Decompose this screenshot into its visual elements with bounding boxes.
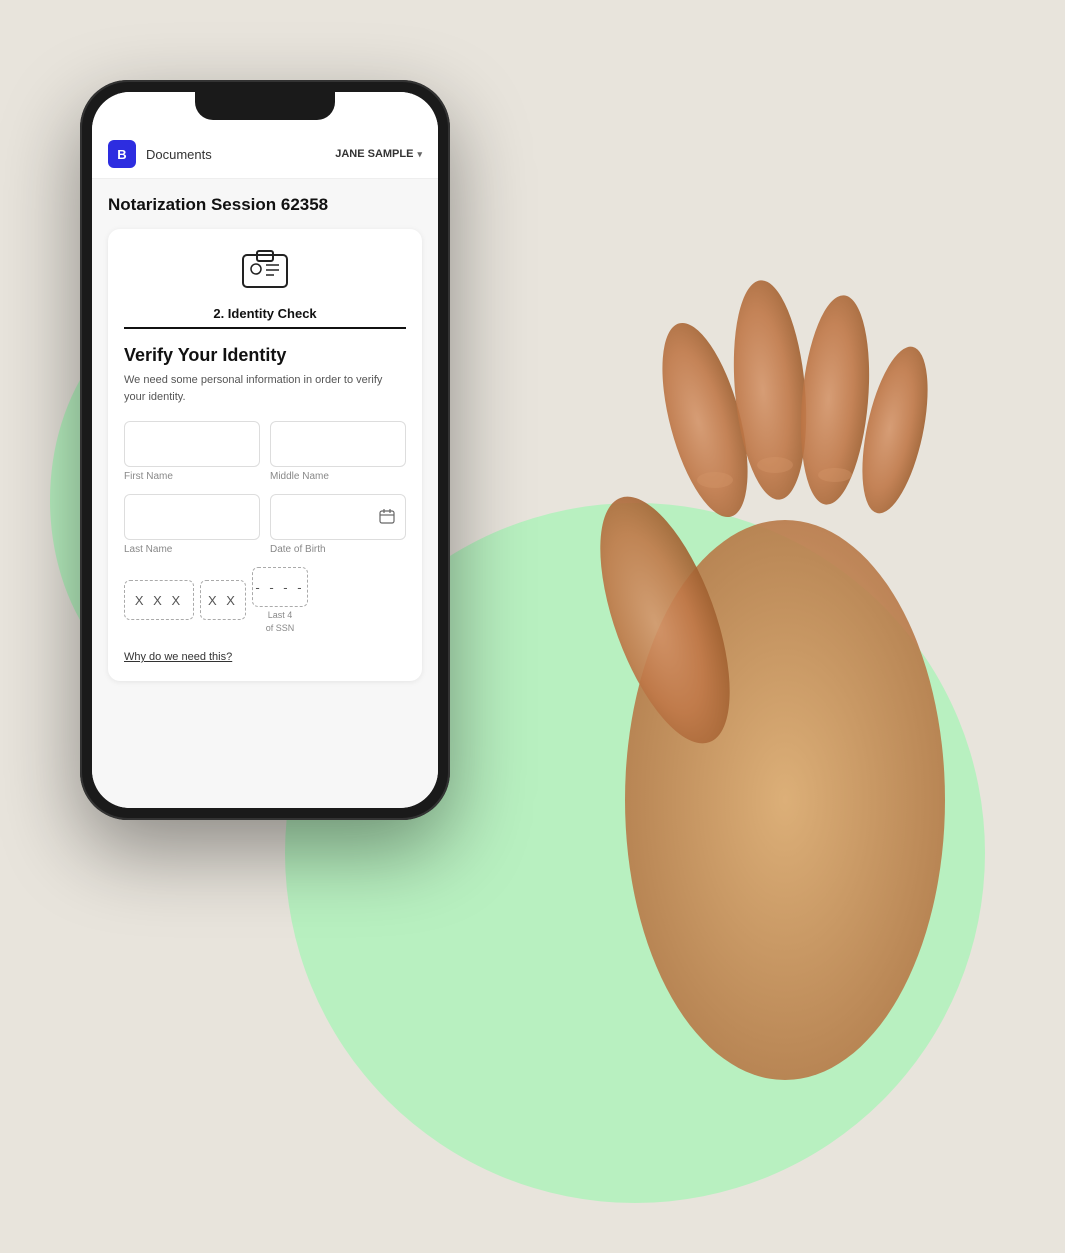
nav-user-menu[interactable]: JANE SAMPLE ▾: [335, 148, 422, 160]
dob-field: Date of Birth: [270, 494, 406, 555]
ssn-segment-3[interactable]: - - - -: [252, 567, 308, 607]
step-underline: [124, 327, 406, 329]
nav-documents-link[interactable]: Documents: [146, 147, 212, 162]
identity-badge-icon: [239, 247, 291, 296]
last-name-field: Last Name: [124, 494, 260, 555]
page-title: Notarization Session 62358: [108, 195, 422, 215]
form-row-dob: Last Name: [124, 494, 406, 555]
step-label: 2. Identity Check: [213, 306, 316, 321]
ssn-segment-2[interactable]: X X: [200, 580, 246, 620]
dob-input[interactable]: [270, 494, 406, 540]
scene: B Documents JANE SAMPLE ▾ Notarization S…: [0, 0, 1065, 1253]
verify-desc: We need some personal information in ord…: [124, 372, 406, 405]
phone-frame: B Documents JANE SAMPLE ▾ Notarization S…: [80, 80, 450, 820]
nav-username: JANE SAMPLE: [335, 148, 413, 160]
ssn-of-label: of SSN: [266, 623, 295, 633]
step-header: 2. Identity Check: [124, 247, 406, 329]
first-name-field: First Name: [124, 421, 260, 482]
first-name-label: First Name: [124, 471, 260, 482]
last-name-label: Last Name: [124, 544, 260, 555]
logo-letter: B: [117, 147, 126, 162]
ssn-seg1-text: X X X: [135, 593, 183, 608]
middle-name-field: Middle Name: [270, 421, 406, 482]
phone-notch: [195, 92, 335, 120]
why-link[interactable]: Why do we need this?: [124, 651, 232, 663]
page-content: Notarization Session 62358: [92, 179, 438, 808]
middle-name-label: Middle Name: [270, 471, 406, 482]
ssn-last4-label: Last 4: [268, 610, 293, 620]
form-row-name: First Name Middle Name: [124, 421, 406, 482]
ssn-seg2-text: X X: [208, 593, 238, 608]
ssn-row: X X X X X - - - - Last 4: [124, 567, 406, 633]
nav-logo: B: [108, 140, 136, 168]
calendar-icon: [379, 508, 395, 527]
dob-label: Date of Birth: [270, 544, 406, 555]
ssn-segment-3-wrapper: - - - - Last 4 of SSN: [252, 567, 308, 633]
ssn-seg3-text: - - - -: [255, 580, 304, 595]
ssn-segment-2-wrapper: X X: [200, 580, 246, 620]
ssn-segment-1[interactable]: X X X: [124, 580, 194, 620]
phone-screen: B Documents JANE SAMPLE ▾ Notarization S…: [92, 92, 438, 808]
ssn-segment-1-wrapper: X X X: [124, 580, 194, 620]
identity-card: 2. Identity Check Verify Your Identity W…: [108, 229, 422, 681]
first-name-input[interactable]: [124, 421, 260, 467]
verify-title: Verify Your Identity: [124, 345, 406, 366]
middle-name-input[interactable]: [270, 421, 406, 467]
nav-chevron-icon: ▾: [417, 149, 422, 160]
last-name-input[interactable]: [124, 494, 260, 540]
